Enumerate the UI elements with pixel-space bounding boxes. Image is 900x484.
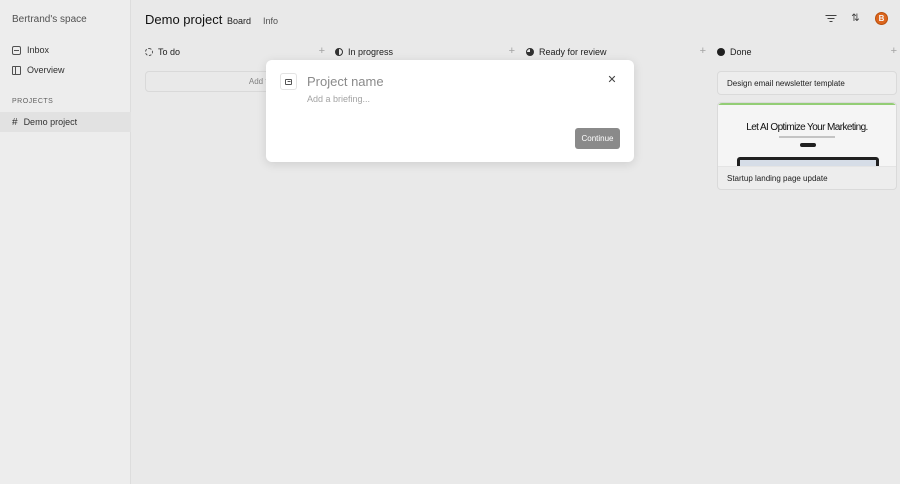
add-cover-button[interactable] [280,73,297,90]
close-icon[interactable]: ✕ [606,74,618,86]
new-project-modal: ✕ Continue [266,60,634,162]
continue-button[interactable]: Continue [575,128,620,149]
briefing-input[interactable] [307,94,587,104]
image-icon [285,78,292,85]
project-name-input[interactable] [307,74,587,89]
